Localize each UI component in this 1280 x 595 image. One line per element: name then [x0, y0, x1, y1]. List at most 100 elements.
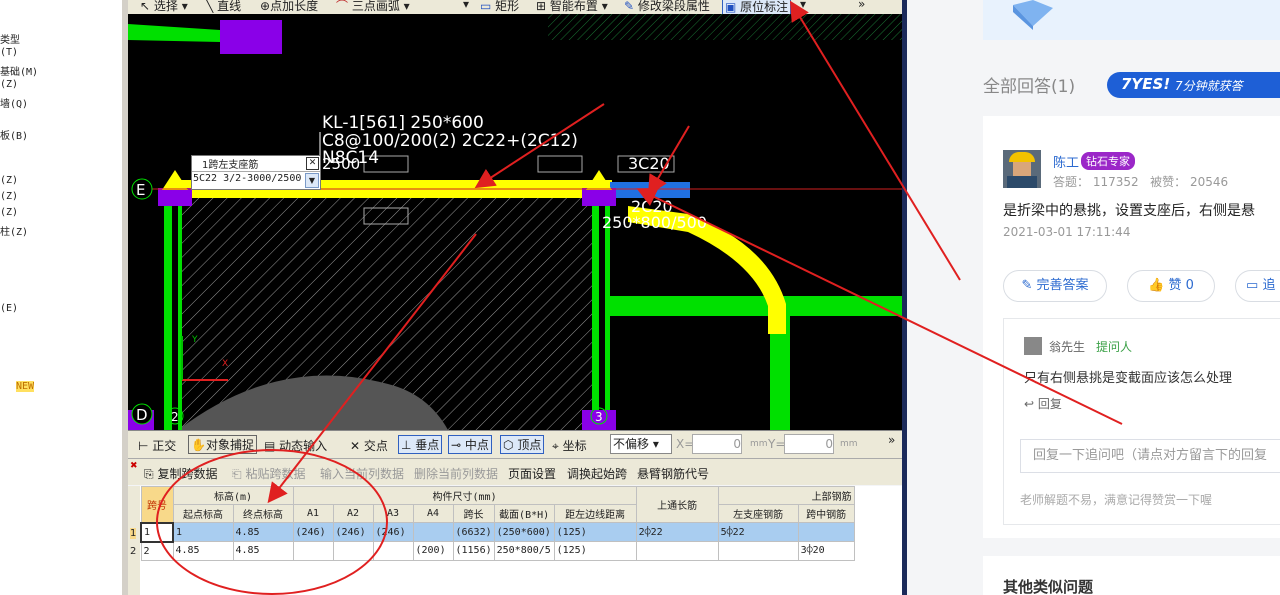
quick-answer-banner[interactable]: 7YES! 7分钟就获答 — [1107, 72, 1280, 98]
table-row[interactable]: 1 1 4.85 (246) (246) (246) (6632) (250*6… — [140, 521, 855, 543]
top-continuous-cell[interactable]: 2⌽22 — [635, 522, 719, 542]
tree-item[interactable]: (Z) — [0, 191, 18, 202]
midpoint-snap[interactable]: ⊸ 中点 — [448, 435, 492, 454]
tree-item[interactable]: 类型 — [0, 31, 20, 46]
modify-span-tool[interactable]: ✎ 修改梁段属性 — [624, 0, 710, 14]
point-length-tool[interactable]: ⊕点加长度 — [260, 0, 318, 14]
in-situ-annotation-tool[interactable]: ▣ 原位标注 — [722, 0, 792, 14]
improve-answer-button[interactable]: ✎ 完善答案 — [1003, 270, 1107, 302]
end-elev-cell[interactable]: 4.85 — [232, 541, 294, 561]
end-elev-cell[interactable]: 4.85 — [232, 522, 294, 542]
paste-span-button[interactable]: ⎗ 粘贴跨数据 — [232, 465, 305, 482]
top-continuous-cell[interactable] — [635, 541, 719, 561]
dim-2500-label: 2500 — [322, 155, 360, 173]
tree-item[interactable]: 柱(Z) — [0, 223, 28, 238]
perpendicular-snap[interactable]: ⊥ 垂点 — [398, 435, 443, 454]
row-number: 1 — [130, 528, 137, 539]
copy-span-button[interactable]: ⎘ 复制跨数据 — [144, 465, 217, 482]
vertex-snap[interactable]: ⬡ 顶点 — [500, 435, 545, 454]
tree-item[interactable]: (T) — [0, 47, 18, 58]
span-cell[interactable]: 2 — [140, 541, 174, 561]
close-icon[interactable]: ✕ — [306, 157, 319, 170]
close-panel-icon[interactable]: ✖ — [130, 461, 138, 471]
tree-item[interactable]: 墙(Q) — [0, 95, 28, 110]
a2-cell[interactable] — [332, 541, 374, 561]
intersection-snap[interactable]: ✕ 交点 — [350, 437, 388, 454]
header-span-no: 跨号 — [140, 486, 174, 523]
a1-cell[interactable]: (246) — [292, 522, 334, 542]
delete-column-button[interactable]: 删除当前列数据 — [414, 465, 498, 482]
reply-label: 回复 — [1037, 397, 1062, 411]
reply-link[interactable]: ↩ 回复 — [1024, 395, 1062, 412]
input-column-button[interactable]: 输入当前列数据 — [320, 465, 404, 482]
a4-cell[interactable]: (200) — [412, 541, 454, 561]
a4-cell[interactable] — [412, 522, 454, 542]
thumbs-up-icon: 👍 — [1148, 278, 1165, 293]
x-coord-input[interactable]: 0 — [692, 434, 742, 454]
cantilever-code-button[interactable]: 悬臂钢筋代号 — [637, 465, 709, 482]
span-data-grid: 跨号 标高(m) 构件尺寸(mm) 上通长筋 上部钢筋 起点标高 终点标高 A1… — [140, 486, 902, 595]
start-elev-cell[interactable]: 1 — [172, 522, 234, 542]
mid-span-cell[interactable]: 3⌽20 — [797, 541, 855, 561]
a2-cell[interactable]: (246) — [332, 522, 374, 542]
distance-cell[interactable]: (125) — [553, 541, 637, 561]
page-setup-button[interactable]: 页面设置 — [508, 465, 556, 482]
a3-cell[interactable]: (246) — [372, 522, 414, 542]
rect-tool[interactable]: ▭ 矩形 — [480, 0, 519, 14]
coordinate-label: 坐标 — [562, 439, 587, 453]
line-tool[interactable]: ╲ 直线 — [206, 0, 241, 14]
toolbar-overflow[interactable]: » — [858, 0, 865, 11]
span-cell[interactable]: 1 — [140, 521, 174, 543]
tree-item[interactable]: (Z) — [0, 79, 18, 90]
three-point-arc-tool[interactable]: ⌒ 三点画弧 ▾ — [336, 0, 410, 14]
section-cell[interactable]: 250*800/5 — [493, 541, 555, 561]
distance-cell[interactable]: (125) — [553, 522, 637, 542]
dim-box-2 — [537, 155, 583, 173]
a3-cell[interactable] — [372, 541, 414, 561]
object-snap-toggle[interactable]: ✋对象捕捉 — [188, 435, 257, 454]
offset-mode-select[interactable]: 不偏移 ▾ — [610, 434, 672, 454]
coordinate-snap[interactable]: ⌖ 坐标 — [552, 437, 587, 454]
header-a1: A1 — [292, 504, 334, 523]
y-coord-input[interactable]: 0 — [784, 434, 834, 454]
answers-count-label: 答题： 117352 被赞： 20546 — [1053, 173, 1228, 190]
cad-canvas[interactable]: KL-1[561] 250*600 C8@100/200(2) 2C22+(2C… — [128, 14, 902, 430]
support-editor-value[interactable]: 5C22 3/2-3000/2500 — [193, 173, 305, 184]
snap-overflow[interactable]: » — [888, 433, 895, 447]
table-row[interactable]: 2 4.85 4.85 (200) (1156) 250*800/5 (125)… — [140, 541, 855, 561]
reply-input[interactable]: 回复一下追问吧（请点对方留言下的回复 — [1020, 439, 1280, 473]
tree-item[interactable]: (Z) — [0, 207, 18, 218]
span-length-cell[interactable]: (6632) — [452, 522, 495, 542]
chevron-down-icon[interactable]: ▼ — [305, 173, 319, 188]
follow-up-button[interactable]: ▭ 追 — [1235, 270, 1280, 302]
like-button[interactable]: 👍 赞 0 — [1127, 270, 1215, 302]
cantilever-blue — [610, 182, 690, 198]
tree-item[interactable]: NEW — [16, 381, 35, 392]
ortho-toggle[interactable]: ⊢ 正交 — [138, 437, 176, 454]
drawing-toolbar: ↖ 选择 ▾ ╲ 直线 ⊕点加长度 ⌒ 三点画弧 ▾ ▾ ▭ 矩形 ⊞ 智能布置… — [128, 0, 902, 15]
mid-span-cell[interactable] — [797, 522, 855, 542]
left-support-cell[interactable]: 5⌽22 — [717, 522, 799, 542]
span-length-cell[interactable]: (1156) — [452, 541, 495, 561]
asker-avatar-icon — [1024, 337, 1042, 355]
section-cell[interactable]: (250*600) — [493, 522, 555, 542]
tree-item[interactable]: (Z) — [0, 175, 18, 186]
in-situ-dropdown[interactable]: ▾ — [800, 0, 806, 11]
answers-count: 117352 — [1092, 175, 1139, 189]
select-tool[interactable]: ↖ 选择 ▾ — [140, 0, 188, 14]
answerer-name[interactable]: 陈工 — [1053, 152, 1079, 171]
tree-item[interactable]: 基础(M) — [0, 63, 38, 78]
start-elev-cell[interactable]: 4.85 — [172, 541, 234, 561]
left-support-cell[interactable] — [717, 541, 799, 561]
dynamic-input-toggle[interactable]: ▤ 动态输入 — [264, 437, 327, 454]
similar-questions-card: 其他类似问题 — [983, 556, 1280, 595]
smart-layout-tool[interactable]: ⊞ 智能布置 ▾ — [536, 0, 608, 14]
swap-start-span-button[interactable]: 调换起始跨 — [567, 465, 627, 482]
support-rebar-editor[interactable]: 1跨左支座筋 ✕ 5C22 3/2-3000/2500 ▼ — [191, 155, 321, 190]
arc-dropdown[interactable]: ▾ — [463, 0, 469, 11]
tree-item[interactable]: 板(B) — [0, 127, 28, 142]
perpendicular-icon: ⊥ — [401, 438, 412, 452]
a1-cell[interactable] — [292, 541, 334, 561]
tree-item[interactable]: (E) — [0, 303, 18, 314]
beam-name-label: KL-1[561] 250*600 — [322, 113, 484, 133]
